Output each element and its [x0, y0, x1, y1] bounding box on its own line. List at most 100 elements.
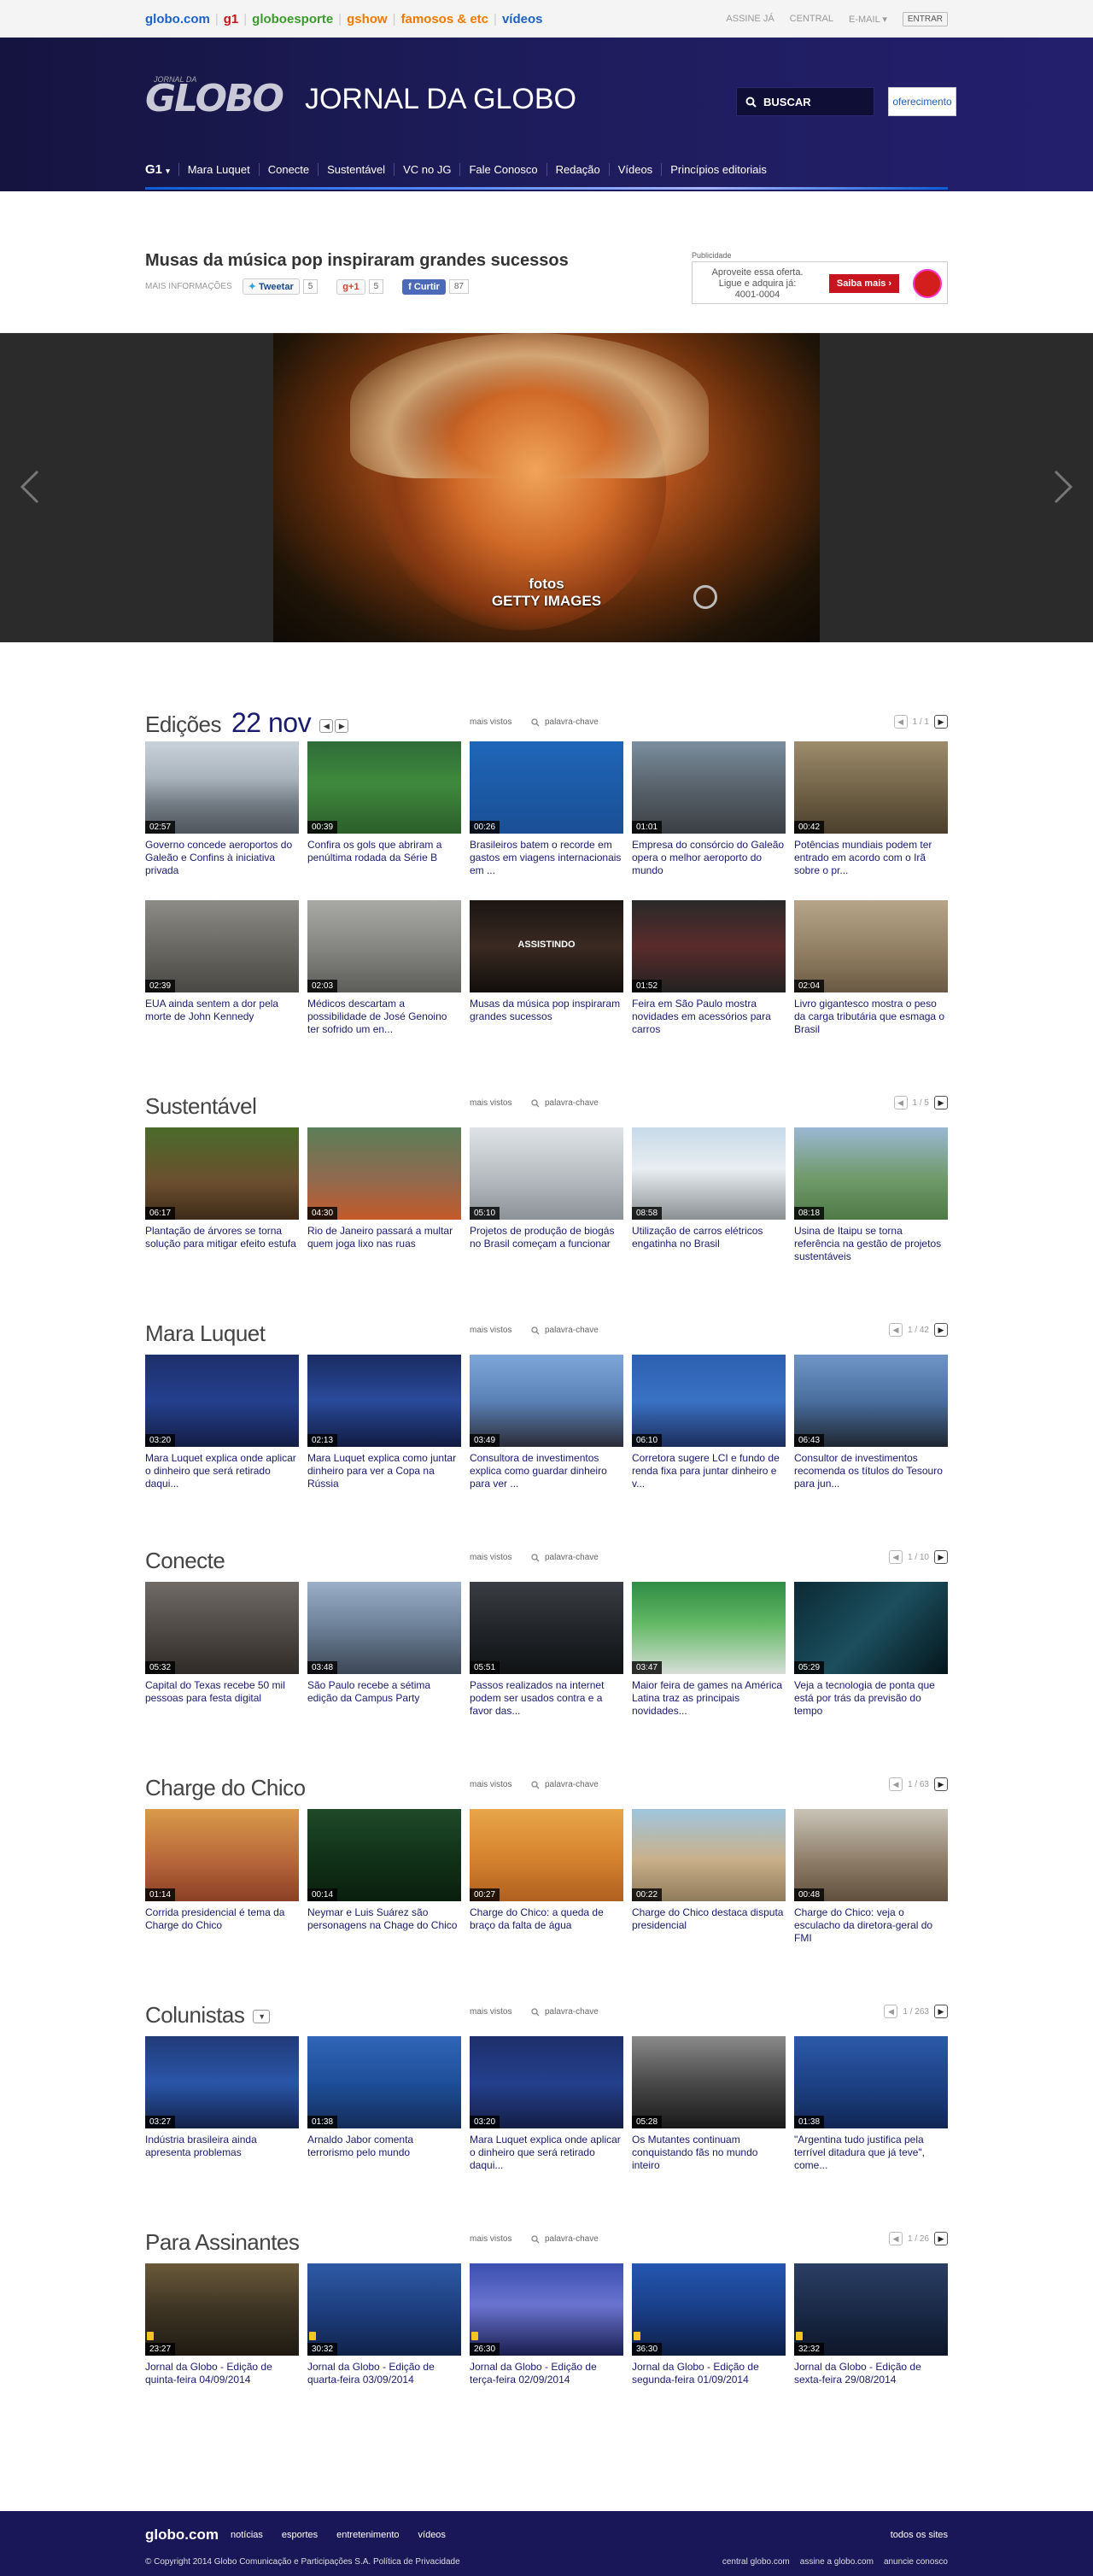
video-card-title[interactable]: Utilização de carros elétricos engatinha… — [632, 1225, 786, 1266]
video-card[interactable]: 01:38 "Argentina tudo justifica pela terr… — [794, 2036, 948, 2195]
prev-page-icon[interactable]: ◀ — [888, 2232, 903, 2245]
next-page-icon[interactable]: ▶ — [934, 1323, 948, 1337]
entrar-button[interactable]: ENTRAR — [902, 11, 948, 26]
brand-link[interactable]: famosos & etc — [400, 12, 488, 26]
most-viewed-link[interactable]: mais vistos — [470, 1098, 511, 1108]
prev-page-icon[interactable]: ◀ — [888, 1323, 903, 1337]
video-card-title[interactable]: Governo concede aeroportos do Galeão e C… — [145, 839, 299, 880]
next-date-icon[interactable]: ▶ — [335, 719, 349, 734]
video-thumbnail[interactable]: ASSISTINDO — [470, 900, 623, 992]
next-page-icon[interactable]: ▶ — [934, 2005, 948, 2018]
ad-banner[interactable]: Aproveite essa oferta. Ligue e adquira j… — [692, 261, 948, 304]
next-page-icon[interactable]: ▶ — [934, 1777, 948, 1791]
ad-saiba-mais-button[interactable]: Saiba mais › — [829, 274, 899, 293]
video-card[interactable]: 08:18 Usina de Itaipu se torna referência… — [794, 1127, 948, 1286]
video-card[interactable]: 05:29 Veja a tecnologia de ponta que está… — [794, 1582, 948, 1741]
video-thumbnail[interactable]: 01:01 — [632, 741, 786, 834]
video-card[interactable]: 04:30 Rio de Janeiro passará a multar que… — [307, 1127, 461, 1286]
video-card[interactable]: 02:39 EUA ainda sentem a dor pela morte d… — [145, 900, 299, 1059]
video-card[interactable]: 00:27 Charge do Chico: a queda de braço d… — [470, 1809, 623, 1968]
video-card[interactable]: 00:42 Potências mundiais podem ter entrad… — [794, 741, 948, 900]
video-card[interactable]: 03:49 Consultora de investimentos explica… — [470, 1355, 623, 1513]
video-player[interactable]: fotos GETTY IMAGES — [0, 333, 1093, 642]
video-card-title[interactable]: Rio de Janeiro passará a multar quem jog… — [307, 1225, 461, 1266]
assine-link[interactable]: ASSINE JÁ — [726, 14, 774, 24]
video-card[interactable]: 02:57 Governo concede aeroportos do Galeã… — [145, 741, 299, 900]
jornal-da-globo-logo[interactable]: JORNAL DA GLOBO JORNAL DA GLOBO — [145, 75, 576, 118]
video-card-title[interactable]: Corretora sugere LCI e fundo de renda fi… — [632, 1452, 786, 1493]
video-card-title[interactable]: Jornal da Globo - Edição de sexta-feira … — [794, 2361, 948, 2402]
next-page-icon[interactable]: ▶ — [934, 715, 948, 729]
tweet-button[interactable]: ✦ Tweetar — [242, 278, 300, 295]
video-thumbnail[interactable]: 06:10 — [632, 1355, 786, 1447]
menu-item-fale-conosco[interactable]: Fale Conosco — [459, 163, 546, 176]
next-page-icon[interactable]: ▶ — [934, 2232, 948, 2245]
video-card[interactable]: 03:48 São Paulo recebe a sétima edição da… — [307, 1582, 461, 1741]
video-card-title[interactable]: Mara Luquet explica como juntar dinheiro… — [307, 1452, 461, 1493]
video-thumbnail[interactable]: 03:20 — [145, 1355, 299, 1447]
video-card-title[interactable]: São Paulo recebe a sétima edição da Camp… — [307, 1679, 461, 1720]
video-card[interactable]: 01:14 Corrida presidencial é tema da Char… — [145, 1809, 299, 1968]
video-card[interactable]: 23:27 Jornal da Globo - Edição de quinta-… — [145, 2263, 299, 2422]
video-card[interactable]: 03:47 Maior feira de games na América Lat… — [632, 1582, 786, 1741]
video-frame[interactable]: fotos GETTY IMAGES — [273, 333, 820, 642]
video-card-title[interactable]: "Argentina tudo justifica pela terrível … — [794, 2134, 948, 2175]
video-card[interactable]: 06:43 Consultor de investimentos recomend… — [794, 1355, 948, 1513]
video-card[interactable]: 36:30 Jornal da Globo - Edição de segunda… — [632, 2263, 786, 2422]
email-link[interactable]: E-MAIL ▾ — [849, 14, 887, 25]
footer-link-anuncie[interactable]: anuncie conosco — [884, 2557, 948, 2567]
video-thumbnail[interactable]: 00:27 — [470, 1809, 623, 1901]
brand-link[interactable]: globoesporte — [252, 12, 333, 26]
video-card-title[interactable]: Neymar e Luis Suárez são personagens na … — [307, 1906, 461, 1947]
video-thumbnail[interactable]: 03:47 — [632, 1582, 786, 1674]
video-card-title[interactable]: Os Mutantes continuam conquistando fãs n… — [632, 2134, 786, 2175]
video-thumbnail[interactable]: 05:10 — [470, 1127, 623, 1220]
video-card-title[interactable]: Potências mundiais podem ter entrado em … — [794, 839, 948, 880]
section-title-text[interactable]: Conecte — [145, 1548, 225, 1573]
video-thumbnail[interactable]: 00:39 — [307, 741, 461, 834]
search-button[interactable]: BUSCAR — [736, 87, 874, 116]
video-card[interactable]: 02:04 Livro gigantesco mostra o peso da c… — [794, 900, 948, 1059]
video-thumbnail[interactable]: 01:38 — [794, 2036, 948, 2128]
most-viewed-link[interactable]: mais vistos — [470, 1553, 511, 1562]
footer-logo[interactable]: globo.com — [145, 2526, 219, 2544]
video-card-title[interactable]: Médicos descartam a possibilidade de Jos… — [307, 998, 461, 1039]
video-card[interactable]: 02:13 Mara Luquet explica como juntar din… — [307, 1355, 461, 1513]
video-card-title[interactable]: Mara Luquet explica onde aplicar o dinhe… — [145, 1452, 299, 1493]
video-card-title[interactable]: Jornal da Globo - Edição de terça-feira … — [470, 2361, 623, 2402]
video-thumbnail[interactable]: 36:30 — [632, 2263, 786, 2356]
section-title-text[interactable]: Sustentável — [145, 1093, 257, 1119]
more-info-label[interactable]: MAIS INFORMAÇÕES — [145, 282, 232, 291]
video-thumbnail[interactable]: 03:48 — [307, 1582, 461, 1674]
brand-link[interactable]: gshow — [347, 12, 388, 26]
video-card-title[interactable]: Empresa do consórcio do Galeão opera o m… — [632, 839, 786, 880]
keyword-search[interactable]: palavra-chave — [531, 2234, 599, 2244]
next-arrow-icon[interactable] — [1052, 470, 1074, 504]
brand-link[interactable]: globo.com — [145, 12, 210, 26]
video-card-title[interactable]: Jornal da Globo - Edição de quarta-feira… — [307, 2361, 461, 2402]
g1-menu-toggle[interactable]: G1 ▾ — [145, 162, 170, 177]
video-card[interactable]: 05:10 Projetos de produção de biogás no B… — [470, 1127, 623, 1286]
video-card-title[interactable]: Usina de Itaipu se torna referência na g… — [794, 1225, 948, 1266]
video-card-title[interactable]: Charge do Chico: a queda de braço da fal… — [470, 1906, 623, 1947]
video-card[interactable]: 03:27 Indústria brasileira ainda apresent… — [145, 2036, 299, 2195]
video-thumbnail[interactable]: 05:32 — [145, 1582, 299, 1674]
video-thumbnail[interactable]: 00:26 — [470, 741, 623, 834]
footer-nav-videos[interactable]: vídeos — [418, 2530, 446, 2540]
menu-item-principios[interactable]: Princípios editoriais — [661, 163, 775, 176]
video-thumbnail[interactable]: 01:52 — [632, 900, 786, 992]
menu-item-vc-no-jg[interactable]: VC no JG — [394, 163, 459, 176]
prev-arrow-icon[interactable] — [19, 470, 41, 504]
footer-link-central[interactable]: central globo.com — [722, 2557, 790, 2567]
video-thumbnail[interactable]: 01:38 — [307, 2036, 461, 2128]
next-page-icon[interactable]: ▶ — [934, 1550, 948, 1564]
video-card[interactable]: ASSISTINDO Musas da música pop inspiraram… — [470, 900, 623, 1059]
video-thumbnail[interactable]: 00:22 — [632, 1809, 786, 1901]
section-title-text[interactable]: Colunistas — [145, 2002, 245, 2028]
most-viewed-link[interactable]: mais vistos — [470, 1326, 511, 1335]
most-viewed-link[interactable]: mais vistos — [470, 2234, 511, 2244]
prev-page-icon[interactable]: ◀ — [888, 1550, 903, 1564]
video-card-title[interactable]: Passos realizados na internet podem ser … — [470, 1679, 623, 1720]
video-card-title[interactable]: Mara Luquet explica onde aplicar o dinhe… — [470, 2134, 623, 2175]
video-card-title[interactable]: Charge do Chico destaca disputa presiden… — [632, 1906, 786, 1947]
